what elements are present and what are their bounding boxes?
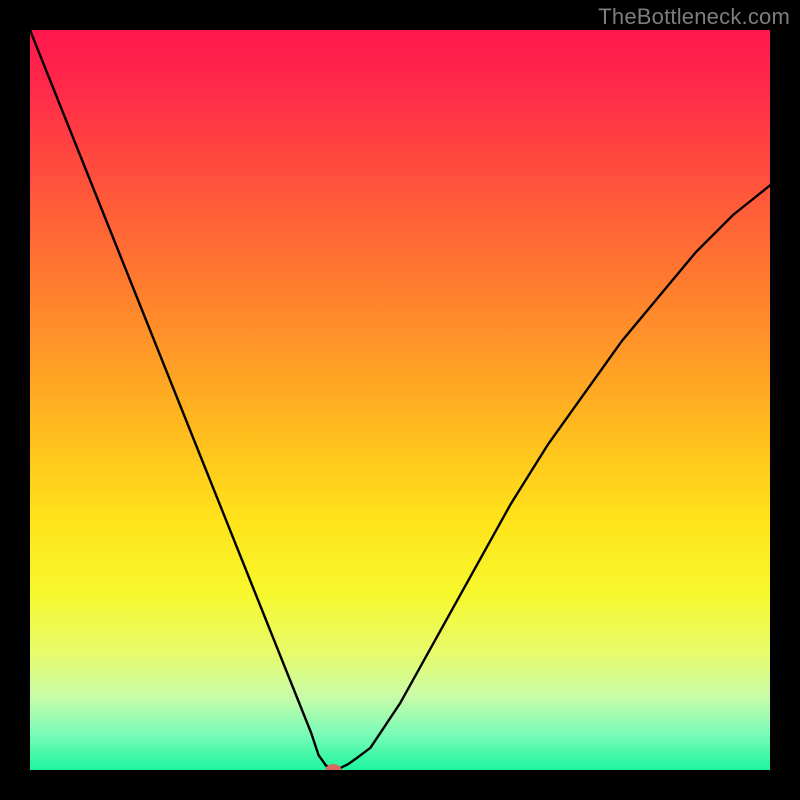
- optimal-marker: [325, 764, 341, 770]
- bottleneck-curve: [30, 30, 770, 770]
- curve-svg: [30, 30, 770, 770]
- plot-area: [30, 30, 770, 770]
- watermark-text: TheBottleneck.com: [598, 4, 790, 30]
- chart-container: TheBottleneck.com: [0, 0, 800, 800]
